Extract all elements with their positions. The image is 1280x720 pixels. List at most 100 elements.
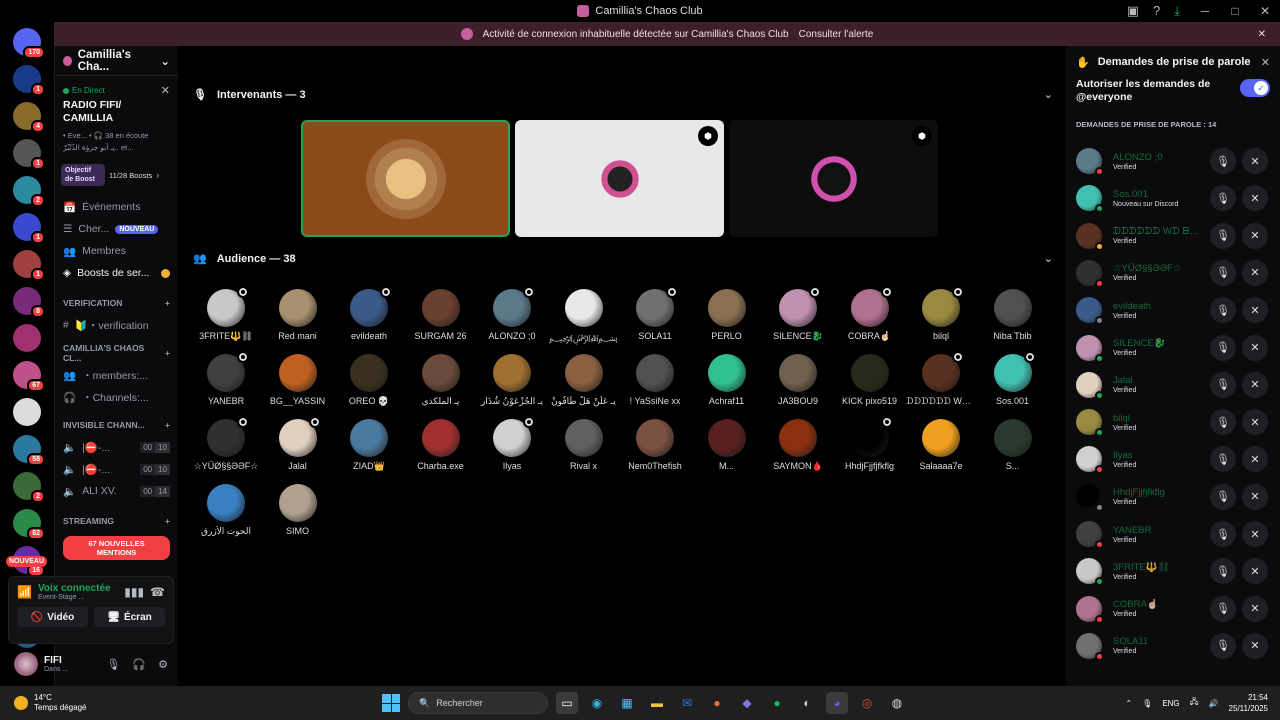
- category-invisible[interactable]: INVISIBLE CHANN... +: [55, 414, 178, 436]
- server-icon[interactable]: 1: [13, 65, 45, 96]
- audience-member[interactable]: Red mani: [263, 289, 333, 341]
- audience-member[interactable]: Salaaaa7e: [906, 419, 976, 471]
- request-row[interactable]: YANEBR Verified 🎙 ✕: [1076, 519, 1272, 549]
- task-view-icon[interactable]: ▭: [556, 692, 578, 714]
- screen-share-button[interactable]: 🖥 Écran: [94, 607, 165, 627]
- invite-to-speak-button[interactable]: 🎙: [1210, 297, 1236, 324]
- sidebar-item[interactable]: ◈ Boosts de ser...: [55, 262, 178, 284]
- server-icon[interactable]: 1: [13, 213, 45, 244]
- start-button[interactable]: [382, 694, 400, 712]
- audience-member[interactable]: يـ الجُزْعَوْنُ شُذَار: [477, 354, 547, 407]
- invite-to-speak-button[interactable]: 🎙: [1210, 222, 1236, 249]
- store-icon[interactable]: ▦: [616, 692, 638, 714]
- sidebar-item[interactable]: ☰ Cher... NOUVEAU: [55, 218, 178, 240]
- category-streaming[interactable]: STREAMING +: [55, 510, 178, 532]
- audience-member[interactable]: S...: [978, 419, 1048, 471]
- steam-icon[interactable]: ◐: [796, 692, 818, 714]
- dismiss-request-button[interactable]: ✕: [1242, 371, 1268, 398]
- audience-member[interactable]: Charba.exe: [406, 419, 476, 471]
- voice-channel-name[interactable]: Event-Stage ...: [38, 594, 111, 601]
- alert-action-link[interactable]: Consulter l'alerte: [799, 29, 874, 40]
- boost-goal[interactable]: Objectif de Boost 11/28 Boosts ›: [61, 164, 174, 186]
- dismiss-request-button[interactable]: ✕: [1242, 632, 1268, 659]
- audience-member[interactable]: يـ عَلَنْ هَلْ طَاقُونْ: [549, 354, 619, 407]
- soundboard-icon[interactable]: ▮▮▮: [124, 585, 144, 599]
- sidebar-item[interactable]: 👥 Membres: [55, 240, 178, 262]
- audience-member[interactable]: ☆YÜØ§§ƏƏF☆: [191, 416, 261, 472]
- request-row[interactable]: Sos.001 Nouveau sur Discord 🎙 ✕: [1076, 183, 1272, 214]
- voice-channel[interactable]: 🔈 |⛔-... 00 10: [55, 458, 178, 480]
- help-icon[interactable]: ?: [1153, 3, 1160, 19]
- close-icon[interactable]: ✕: [1258, 29, 1266, 40]
- speaker-tile[interactable]: ⬢: [515, 120, 724, 237]
- audience-member[interactable]: SIMO: [263, 484, 333, 536]
- avatar[interactable]: [14, 652, 38, 676]
- voice-channel[interactable]: 🔈 |⛔-... 00 10: [55, 436, 178, 458]
- audience-member[interactable]: KICK pixo519: [835, 354, 905, 406]
- audience-member[interactable]: Nem0Thefish: [620, 419, 690, 471]
- audience-member[interactable]: Sos.001: [978, 351, 1048, 406]
- chrome-icon[interactable]: ◎: [856, 692, 878, 714]
- server-icon[interactable]: 8: [13, 287, 45, 318]
- category-club[interactable]: Camillia's Chaos Cl... +: [55, 342, 178, 364]
- gear-icon[interactable]: ⚙: [158, 658, 168, 671]
- audience-member[interactable]: Achraf11: [692, 354, 762, 406]
- audience-member[interactable]: COBRA☝🏻: [835, 286, 905, 342]
- request-row[interactable]: ☆YÜØ§§ƏƏF☆ Verified 🎙 ✕: [1076, 258, 1272, 288]
- invite-to-speak-button[interactable]: 🎙: [1210, 595, 1236, 622]
- audience-member[interactable]: JA3BOU9: [763, 354, 833, 406]
- request-row[interactable]: ᗪᗪᗪᗪᗪᗪ Wᗪ ᗷᗪ ... Verified 🎙 ✕: [1076, 221, 1272, 251]
- audience-member[interactable]: YANEBR: [191, 351, 261, 406]
- server-icon[interactable]: 2: [13, 176, 45, 207]
- download-icon[interactable]: ⤓: [1174, 3, 1180, 19]
- audience-member[interactable]: Jalal: [263, 416, 333, 471]
- server-icon[interactable]: 62: [13, 509, 45, 540]
- microphone-icon[interactable]: 🎙: [106, 658, 120, 671]
- request-row[interactable]: 3FRITE🔱⛓ Verified 🎙 ✕: [1076, 556, 1272, 587]
- clock[interactable]: 21:54 25/11/2025: [1229, 692, 1268, 714]
- teams-icon[interactable]: ◆: [736, 692, 758, 714]
- audience-member[interactable]: BG__YASSIN: [263, 354, 333, 406]
- weather-widget[interactable]: 14°C Temps dégagé: [14, 693, 86, 713]
- audience-member[interactable]: ZIAD👑: [334, 419, 404, 472]
- dismiss-request-button[interactable]: ✕: [1242, 222, 1268, 249]
- dismiss-request-button[interactable]: ✕: [1242, 297, 1268, 324]
- volume-icon[interactable]: 🔊: [1209, 699, 1219, 708]
- dismiss-request-button[interactable]: ✕: [1242, 483, 1268, 510]
- close-icon[interactable]: ✕: [1261, 56, 1270, 69]
- dismiss-request-button[interactable]: ✕: [1242, 334, 1268, 361]
- invite-to-speak-button[interactable]: 🎙: [1210, 521, 1236, 547]
- sidebar-item[interactable]: 📅 Événements: [55, 196, 178, 218]
- audience-member[interactable]: ᗪᗪᗪᗪᗪᗪ Wᗪ...: [906, 351, 976, 407]
- allow-requests-toggle[interactable]: ✓: [1240, 79, 1270, 97]
- audience-member[interactable]: ! YaSsiNe xx: [620, 354, 690, 406]
- live-stage-card[interactable]: En Direct ✕ RADIO FIFI/ CAMILLIA • Eve..…: [61, 82, 172, 156]
- dismiss-request-button[interactable]: ✕: [1242, 259, 1268, 286]
- speaker-tile[interactable]: [301, 120, 510, 237]
- discord-icon[interactable]: ◕: [826, 692, 848, 714]
- invite-to-speak-button[interactable]: 🎙: [1210, 483, 1236, 510]
- audience-member[interactable]: SOLA11: [620, 286, 690, 341]
- chevron-down-icon[interactable]: ⌄: [1044, 88, 1053, 101]
- server-icon[interactable]: [13, 324, 41, 352]
- spotify-icon[interactable]: ●: [766, 692, 788, 714]
- audience-member[interactable]: ALONZO ;0: [477, 286, 547, 341]
- new-mentions-pill[interactable]: 67 NOUVELLES MENTIONS: [63, 536, 170, 560]
- invite-to-speak-button[interactable]: 🎙: [1210, 558, 1236, 585]
- invite-to-speak-button[interactable]: 🎙: [1210, 259, 1236, 286]
- server-icon[interactable]: 1: [13, 139, 45, 170]
- server-icon[interactable]: [13, 398, 41, 426]
- file-explorer-icon[interactable]: ▬: [646, 692, 668, 714]
- server-icon[interactable]: 1: [13, 250, 45, 281]
- disconnect-icon[interactable]: ☎: [150, 585, 165, 599]
- server-icon[interactable]: 4: [13, 102, 45, 133]
- request-row[interactable]: ALONZO ;0 Verified 🎙 ✕: [1076, 146, 1272, 176]
- category-verification[interactable]: VERIFICATION +: [55, 292, 178, 314]
- speakers-header[interactable]: 🎙 Intervenants — 3 ⌄: [193, 88, 1053, 102]
- dismiss-request-button[interactable]: ✕: [1242, 409, 1268, 436]
- plus-icon[interactable]: +: [165, 420, 170, 430]
- audience-member[interactable]: Niba Tbib: [978, 289, 1048, 341]
- plus-icon[interactable]: +: [165, 348, 170, 358]
- chevron-up-icon[interactable]: ⌃: [1125, 699, 1132, 708]
- request-row[interactable]: HhdjFjjfjfkflg Verified 🎙 ✕: [1076, 482, 1272, 512]
